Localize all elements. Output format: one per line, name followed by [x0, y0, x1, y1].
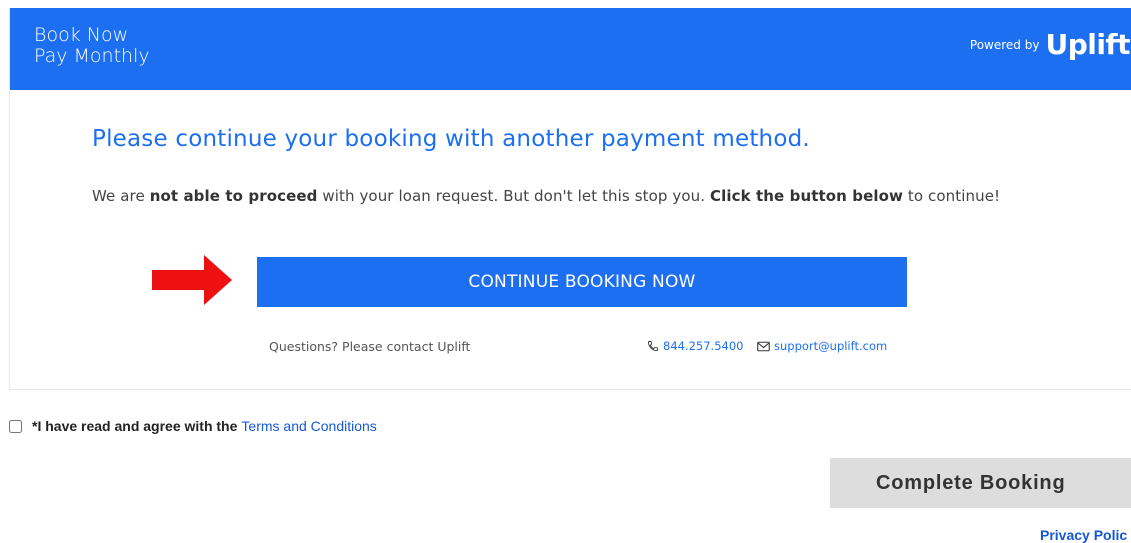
message-part2: with your loan request. But don't let th… — [317, 187, 710, 205]
complete-booking-button[interactable]: Complete Booking — [830, 458, 1131, 508]
mail-icon — [757, 341, 770, 351]
terms-label: *I have read and agree with the — [32, 418, 238, 434]
contact-text: Questions? Please contact Uplift — [269, 339, 471, 354]
terms-checkbox[interactable] — [9, 419, 22, 433]
privacy-policy-link[interactable]: Privacy Polic — [1040, 527, 1127, 543]
page-headline: Please continue your booking with anothe… — [92, 126, 810, 152]
powered-by: Powered by Uplift — [969, 28, 1131, 61]
red-arrow-icon — [152, 255, 232, 305]
contact-email[interactable]: support@uplift.com — [757, 339, 887, 353]
uplift-panel: Book Now Pay Monthly Powered by Uplift P… — [9, 8, 1131, 390]
message-part3: to continue! — [903, 187, 1001, 205]
phone-link[interactable]: 844.257.5400 — [663, 339, 743, 353]
tagline-line1: Book Now — [34, 24, 129, 46]
header-tagline: Book Now Pay Monthly — [34, 25, 150, 67]
uplift-logo: Uplift — [1045, 28, 1130, 61]
terms-link[interactable]: Terms and Conditions — [241, 418, 376, 434]
message-bold1: not able to proceed — [149, 187, 318, 205]
message-part1: We are — [92, 187, 150, 205]
contact-phone[interactable]: 844.257.5400 — [647, 339, 743, 353]
phone-icon — [648, 341, 658, 351]
terms-row: *I have read and agree with the Terms an… — [9, 418, 377, 434]
continue-booking-button[interactable]: CONTINUE BOOKING NOW — [257, 257, 907, 307]
loan-message: We are not able to proceed with your loa… — [92, 187, 1000, 205]
tagline-line2: Pay Monthly — [34, 45, 150, 67]
email-link[interactable]: support@uplift.com — [774, 339, 887, 353]
message-bold2: Click the button below — [709, 187, 903, 205]
powered-by-label: Powered by — [969, 38, 1040, 52]
uplift-header: Book Now Pay Monthly Powered by Uplift — [10, 8, 1131, 90]
